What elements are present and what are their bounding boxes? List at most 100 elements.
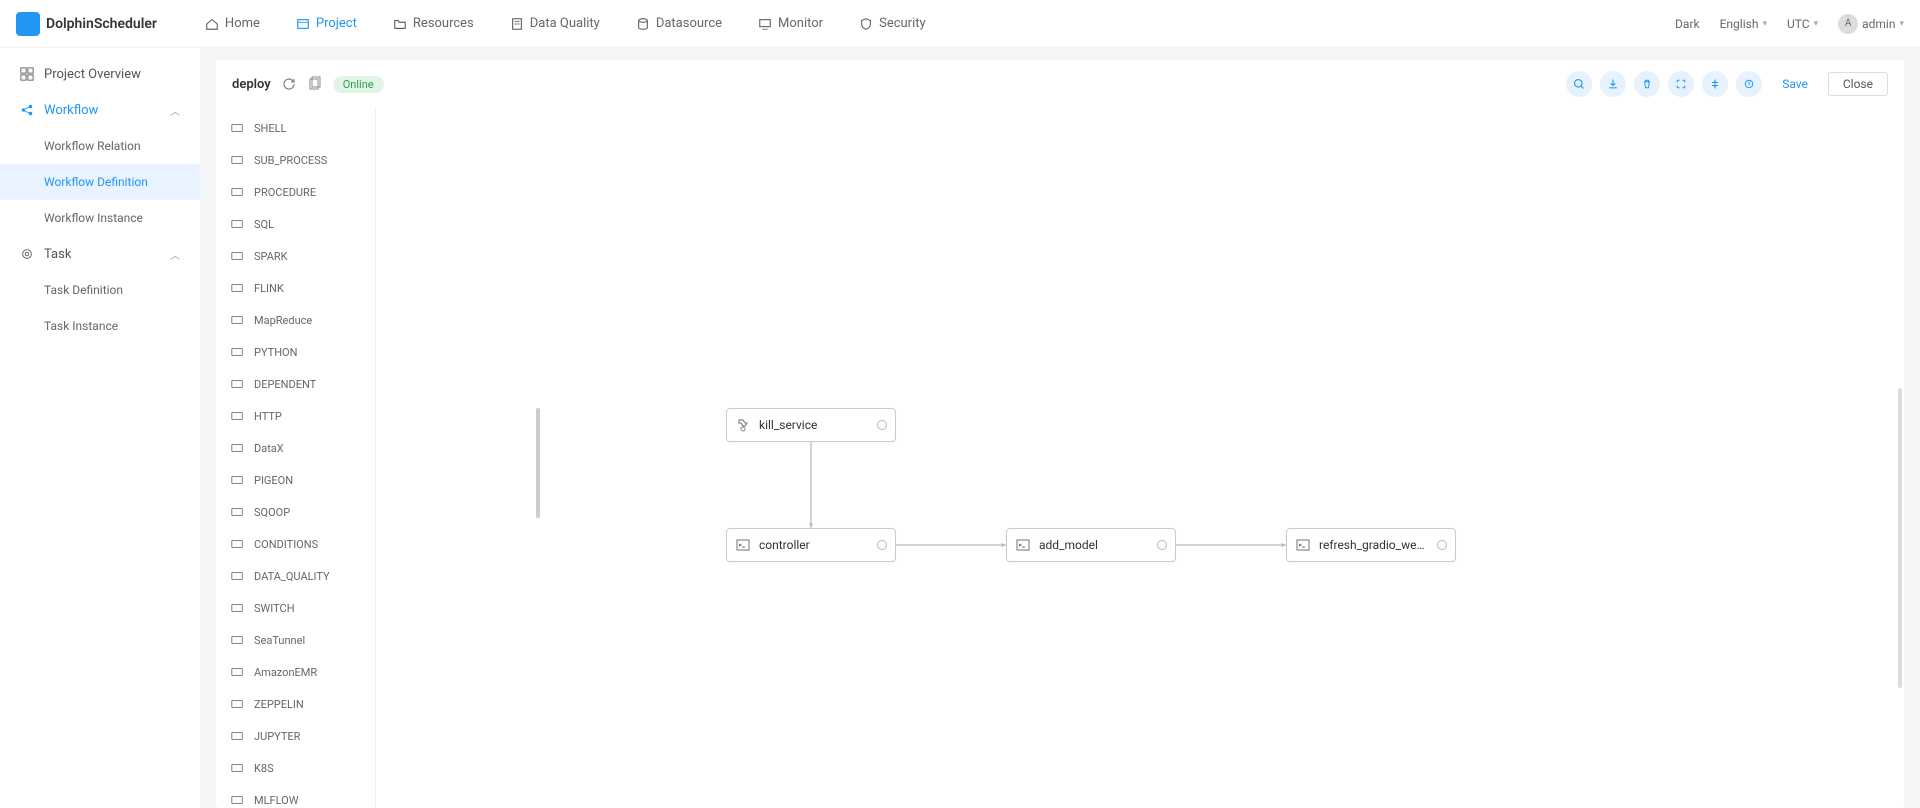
chevron-down-icon: ▾	[1814, 19, 1819, 29]
palette-flink[interactable]: FLINK	[216, 272, 375, 304]
palette-http[interactable]: HTTP	[216, 400, 375, 432]
format-button[interactable]	[1702, 71, 1728, 97]
brand-logo[interactable]: DolphinScheduler	[16, 12, 157, 36]
emr-icon	[230, 665, 244, 679]
palette-data_quality[interactable]: DATA_QUALITY	[216, 560, 375, 592]
sidebar-overview-label: Project Overview	[44, 67, 141, 82]
dq-icon	[230, 569, 244, 583]
version-button[interactable]	[1736, 71, 1762, 97]
node-label: kill_service	[759, 418, 869, 432]
http-icon	[230, 409, 244, 423]
palette-label: PIGEON	[254, 474, 293, 487]
nav-security[interactable]: Security	[843, 0, 942, 48]
palette-label: JUPYTER	[254, 730, 300, 743]
home-icon	[205, 17, 219, 31]
project-icon	[296, 17, 310, 31]
copy-icon[interactable]	[307, 76, 323, 92]
palette-conditions[interactable]: CONDITIONS	[216, 528, 375, 560]
palette-sub_process[interactable]: SUB_PROCESS	[216, 144, 375, 176]
node-label: refresh_gradio_web…	[1319, 538, 1429, 552]
dep-icon	[230, 377, 244, 391]
topnav-right: Dark English ▾ UTC ▾ A admin ▾	[1675, 14, 1904, 34]
palette-label: AmazonEMR	[254, 666, 317, 679]
workflow-card: deploy Online	[216, 60, 1904, 808]
sidebar-task-definition[interactable]: Task Definition	[0, 272, 200, 308]
workflow-canvas[interactable]: kill_service controller add_model refresh_g…	[376, 108, 1904, 808]
nav-data-quality[interactable]: Data Quality	[494, 0, 616, 48]
sidebar-workflow[interactable]: Workflow ︿	[0, 92, 200, 128]
nav-monitor[interactable]: Monitor	[742, 0, 839, 48]
search-button[interactable]	[1566, 71, 1592, 97]
nav-label: Project	[316, 16, 357, 31]
brand-text: DolphinScheduler	[46, 16, 157, 32]
palette-shell[interactable]: SHELL	[216, 112, 375, 144]
palette-mapreduce[interactable]: MapReduce	[216, 304, 375, 336]
palette-procedure[interactable]: PROCEDURE	[216, 176, 375, 208]
datax-icon	[230, 441, 244, 455]
sidebar-task-instance[interactable]: Task Instance	[0, 308, 200, 344]
nav-resources[interactable]: Resources	[377, 0, 490, 48]
sidebar-workflow-instance[interactable]: Workflow Instance	[0, 200, 200, 236]
palette-zeppelin[interactable]: ZEPPELIN	[216, 688, 375, 720]
download-button[interactable]	[1600, 71, 1626, 97]
palette-amazonemr[interactable]: AmazonEMR	[216, 656, 375, 688]
palette-label: DATA_QUALITY	[254, 570, 330, 583]
workflow-header: deploy Online	[216, 60, 1904, 108]
palette-mlflow[interactable]: MLFLOW	[216, 784, 375, 808]
palette-scrollbar[interactable]	[536, 408, 540, 518]
nav-label: Datasource	[656, 16, 722, 31]
node-label: controller	[759, 538, 869, 552]
main-content: deploy Online	[200, 48, 1920, 808]
palette-dependent[interactable]: DEPENDENT	[216, 368, 375, 400]
sidebar-workflow-definition[interactable]: Workflow Definition	[0, 164, 200, 200]
timezone-label: UTC	[1787, 17, 1810, 31]
palette-k8s[interactable]: K8S	[216, 752, 375, 784]
nav-label: Home	[225, 16, 260, 31]
user-menu[interactable]: A admin ▾	[1838, 14, 1904, 34]
task-palette: SHELLSUB_PROCESSPROCEDURESQL SPARK FLINKMa…	[216, 108, 376, 808]
node-controller[interactable]: controller	[726, 528, 896, 562]
nav-project[interactable]: Project	[280, 0, 373, 48]
palette-pigeon[interactable]: PIGEON	[216, 464, 375, 496]
node-status-icon	[1157, 540, 1167, 550]
palette-seatunnel[interactable]: SeaTunnel	[216, 624, 375, 656]
close-button[interactable]: Close	[1828, 72, 1888, 96]
palette-label: MLFLOW	[254, 794, 299, 807]
sidebar-task[interactable]: Task ︿	[0, 236, 200, 272]
shield-icon	[859, 17, 873, 31]
delete-button[interactable]	[1634, 71, 1660, 97]
save-button[interactable]: Save	[1770, 73, 1820, 95]
palette-sql[interactable]: SQL	[216, 208, 375, 240]
nav-home[interactable]: Home	[189, 0, 276, 48]
palette-label: SQOOP	[254, 506, 290, 519]
canvas-scrollbar[interactable]	[1898, 388, 1902, 688]
theme-toggle[interactable]: Dark	[1675, 17, 1700, 31]
fullscreen-button[interactable]	[1668, 71, 1694, 97]
refresh-icon[interactable]	[281, 76, 297, 92]
palette-datax[interactable]: DataX	[216, 432, 375, 464]
nav-datasource[interactable]: Datasource	[620, 0, 738, 48]
palette-python[interactable]: PYTHON	[216, 336, 375, 368]
shell-icon	[230, 121, 244, 135]
sidebar-project-overview[interactable]: Project Overview	[0, 56, 200, 92]
sidebar: Project Overview Workflow ︿ Workflow Rel…	[0, 48, 200, 808]
palette-sqoop[interactable]: SQOOP	[216, 496, 375, 528]
ml-icon	[230, 793, 244, 807]
palette-label: SPARK	[254, 250, 288, 263]
palette-label: DEPENDENT	[254, 378, 316, 391]
palette-label: PYTHON	[254, 346, 297, 359]
palette-switch[interactable]: SWITCH	[216, 592, 375, 624]
node-add_model[interactable]: add_model	[1006, 528, 1176, 562]
spark-icon	[230, 249, 244, 263]
palette-spark[interactable]: SPARK	[216, 240, 375, 272]
sidebar-workflow-relation[interactable]: Workflow Relation	[0, 128, 200, 164]
node-refresh[interactable]: refresh_gradio_web…	[1286, 528, 1456, 562]
sub-icon	[735, 417, 751, 433]
language-dropdown[interactable]: English ▾	[1720, 17, 1767, 31]
py-icon	[230, 345, 244, 359]
palette-jupyter[interactable]: JUPYTER	[216, 720, 375, 752]
nav-items: Home Project ResourcesData Quality Datasour…	[189, 0, 942, 48]
chevron-down-icon: ▾	[1762, 19, 1767, 29]
timezone-dropdown[interactable]: UTC ▾	[1787, 17, 1818, 31]
node-kill_service[interactable]: kill_service	[726, 408, 896, 442]
